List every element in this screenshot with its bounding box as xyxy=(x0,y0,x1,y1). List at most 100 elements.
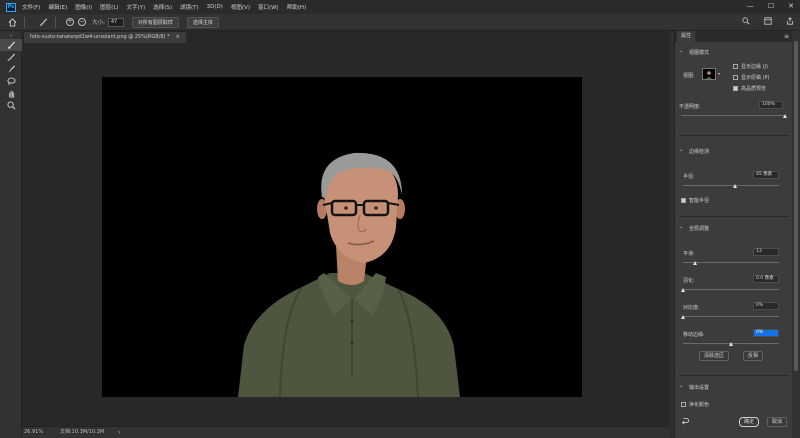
panel-menu-icon[interactable]: ≡ xyxy=(784,31,789,42)
canvas-area[interactable] xyxy=(22,43,669,426)
status-chevron-icon[interactable]: › xyxy=(118,427,120,438)
lasso-tool-icon[interactable] xyxy=(0,75,22,87)
smart-radius-option[interactable]: 智能半径 xyxy=(681,197,709,204)
smart-radius-checkbox[interactable] xyxy=(681,198,686,203)
menu-select[interactable]: 选择(S) xyxy=(153,3,172,11)
refine-brush-icon[interactable] xyxy=(37,16,49,28)
contrast-label: 对比度: xyxy=(683,305,700,311)
brush-add-icon[interactable]: + xyxy=(66,18,74,26)
transparency-label: 不透明度: xyxy=(679,104,701,110)
collapse-arrow-icon[interactable]: ⌄ xyxy=(679,48,683,54)
size-input[interactable]: 47 xyxy=(107,17,124,27)
feather-label: 羽化: xyxy=(683,278,695,284)
menu-filter[interactable]: 滤镜(T) xyxy=(180,3,199,11)
cancel-button[interactable]: 取消 xyxy=(767,417,788,427)
tools-panel: » xyxy=(0,31,22,438)
shift-edge-label: 移动边缘: xyxy=(683,332,705,338)
sample-all-layers-button[interactable]: 对所有图层取样 xyxy=(131,16,179,28)
feather-slider[interactable] xyxy=(683,289,779,290)
contrast-slider[interactable] xyxy=(683,316,779,317)
menu-view[interactable]: 视图(V) xyxy=(231,3,250,11)
radius-label: 半径: xyxy=(683,174,695,180)
high-quality-preview-option[interactable]: 高品质预览 xyxy=(733,85,766,92)
contrast-input[interactable]: 0% xyxy=(753,302,779,310)
radius-input[interactable]: 45 像素 xyxy=(753,171,779,179)
divider xyxy=(679,135,789,136)
menu-window[interactable]: 窗口(W) xyxy=(258,3,279,11)
smooth-slider[interactable] xyxy=(683,262,779,263)
menu-help[interactable]: 帮助(H) xyxy=(287,3,306,11)
brush-tool-icon[interactable] xyxy=(0,63,22,75)
panel-scrollbar[interactable] xyxy=(792,31,800,438)
show-edge-option[interactable]: 显示边缘 (J) xyxy=(733,63,768,70)
minimize-icon[interactable]: — xyxy=(747,2,754,10)
close-document-icon[interactable]: × xyxy=(176,34,180,40)
search-icon[interactable] xyxy=(742,17,750,27)
view-mode-thumbnail[interactable] xyxy=(702,68,716,80)
output-settings-heading: 输出设置 xyxy=(689,385,710,391)
radius-slider-handle[interactable] xyxy=(733,184,738,188)
menu-file[interactable]: 文件(F) xyxy=(22,3,40,11)
photoshop-logo-icon[interactable]: Ps xyxy=(6,2,16,12)
view-dropdown-icon[interactable]: ▾ xyxy=(718,71,720,76)
workspace-icon[interactable] xyxy=(764,17,772,27)
shift-edge-slider-handle[interactable] xyxy=(728,342,733,346)
panel-scrollbar-thumb[interactable] xyxy=(794,41,798,371)
view-label: 视图: xyxy=(683,73,695,79)
separator xyxy=(24,16,25,28)
shift-edge-input[interactable]: 0% xyxy=(753,329,779,337)
invert-button[interactable]: 反相 xyxy=(743,351,764,361)
ok-button[interactable]: 确定 xyxy=(739,417,760,427)
high-quality-preview-checkbox[interactable] xyxy=(733,86,738,91)
collapse-arrow-icon[interactable]: ⌄ xyxy=(679,224,683,230)
maximize-icon[interactable]: ☐ xyxy=(768,2,774,10)
share-icon[interactable] xyxy=(786,17,794,27)
brush-subtract-icon[interactable]: − xyxy=(78,18,86,26)
feather-slider-handle[interactable] xyxy=(680,288,685,292)
transparency-slider-handle[interactable] xyxy=(782,114,787,118)
menu-edit[interactable]: 编辑(E) xyxy=(48,3,67,11)
select-subject-button[interactable]: 选择主体 xyxy=(186,16,219,28)
smooth-input[interactable]: 13 xyxy=(753,248,779,256)
transparency-input[interactable]: 100% xyxy=(759,101,783,109)
divider xyxy=(679,375,789,376)
status-bar: 26.91% 文档:10.3M/10.3M › xyxy=(22,426,669,438)
smooth-slider-handle[interactable] xyxy=(692,261,697,265)
show-original-option[interactable]: 显示原稿 (P) xyxy=(733,74,770,81)
clear-selection-button[interactable]: 清除选区 xyxy=(699,351,730,361)
document-tab-bar: foto-susto-tanaterpd1w4-unsolant.png @ 2… xyxy=(22,31,669,43)
refine-edge-brush-tool-icon[interactable] xyxy=(0,51,22,63)
decontaminate-checkbox[interactable] xyxy=(681,402,686,407)
menu-type[interactable]: 文字(Y) xyxy=(127,3,146,11)
document-image[interactable] xyxy=(102,77,582,397)
decontaminate-option[interactable]: 净化颜色 xyxy=(681,401,709,408)
show-original-checkbox[interactable] xyxy=(733,75,738,80)
transparency-slider[interactable] xyxy=(681,115,785,116)
close-icon[interactable]: ✕ xyxy=(788,2,794,10)
feather-input[interactable]: 0.0 像素 xyxy=(753,275,779,283)
zoom-level[interactable]: 26.91% xyxy=(24,427,43,438)
menu-layer[interactable]: 图层(L) xyxy=(100,3,118,11)
menu-3d[interactable]: 3D(D) xyxy=(207,4,223,10)
options-bar: + − 大小: 47 对所有图层取样 选择主体 xyxy=(0,14,800,31)
show-edge-checkbox[interactable] xyxy=(733,64,738,69)
home-icon[interactable] xyxy=(6,16,18,28)
quick-selection-tool-icon[interactable] xyxy=(0,39,22,51)
global-refine-heading: 全局调整 xyxy=(689,226,710,232)
hand-tool-icon[interactable] xyxy=(0,87,22,99)
menu-image[interactable]: 图像(I) xyxy=(75,3,92,11)
properties-panel: 属性 ≡ ⌄ 视图模式 视图: ▾ 显示边缘 (J) 显示原稿 (P) 高品质预… xyxy=(674,31,793,438)
collapse-arrow-icon[interactable]: ⌄ xyxy=(679,383,683,389)
document-tab[interactable]: foto-susto-tanaterpd1w4-unsolant.png @ 2… xyxy=(24,32,186,43)
reset-icon[interactable] xyxy=(681,417,690,427)
edge-detection-heading: 边缘检测 xyxy=(689,149,710,155)
toolbar-collapse-icon[interactable]: » xyxy=(0,31,22,39)
size-label: 大小: xyxy=(92,20,105,26)
document-size[interactable]: 文档:10.3M/10.3M xyxy=(60,427,104,438)
tab-properties[interactable]: 属性 xyxy=(677,31,696,42)
zoom-tool-icon[interactable] xyxy=(0,99,22,111)
panel-header: 属性 ≡ xyxy=(675,31,793,42)
contrast-slider-handle[interactable] xyxy=(680,315,685,319)
collapse-arrow-icon[interactable]: ⌄ xyxy=(679,147,683,153)
radius-slider[interactable] xyxy=(683,185,779,186)
